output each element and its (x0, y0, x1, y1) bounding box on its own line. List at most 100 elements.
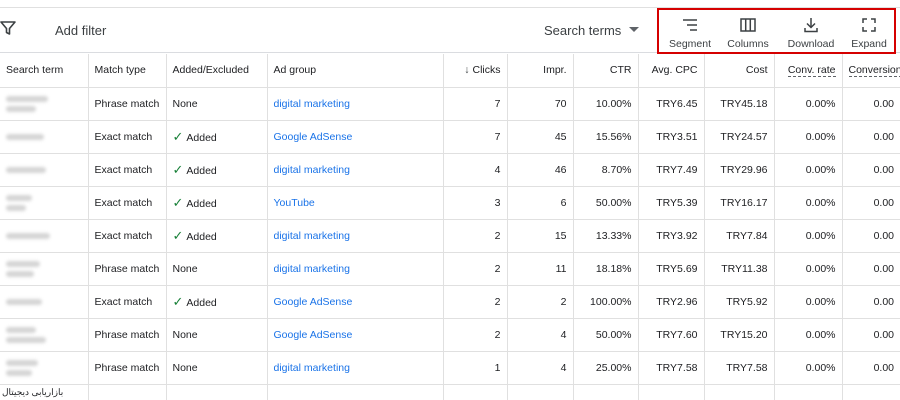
search-term-cell (0, 153, 89, 187)
table-row[interactable]: Exact match ✓ Added YouTube 3 6 50.00% TRY5.39 T… (0, 186, 900, 220)
columns-icon (740, 18, 756, 32)
table-row[interactable]: Phrase match None Google AdSense 2 4 50.00% TR… (0, 318, 900, 352)
ad-group-link[interactable]: Google AdSense (274, 131, 353, 143)
conv-rate-cell: 0.00% (774, 120, 843, 154)
sort-arrow-down-icon: ↓ (464, 64, 470, 77)
table-row[interactable]: Phrase match None digital marketing 1 4 25.00… (0, 351, 900, 385)
conv-rate-cell: 0.00% (774, 252, 843, 286)
header-ad-group[interactable]: Ad group (267, 54, 444, 88)
clicks-cell: 1 (443, 351, 508, 385)
clicks-cell: 2 (443, 285, 508, 319)
clicks-cell: 7 (443, 120, 508, 154)
match-type-cell: Exact match (88, 285, 167, 319)
table-row[interactable]: Phrase match None digital marketing 2 11 18.1… (0, 252, 900, 286)
header-cost[interactable]: Cost (704, 54, 775, 88)
ad-group-cell: digital marketing (267, 252, 444, 286)
impr-cell: 45 (507, 120, 574, 154)
header-clicks[interactable]: ↓ Clicks (443, 54, 508, 88)
avg-cpc-cell: TRY5.69 (638, 252, 705, 286)
header-impr[interactable]: Impr. (507, 54, 574, 88)
add-filter-button[interactable]: Add filter (55, 23, 106, 38)
expand-button[interactable]: Expand (845, 10, 893, 52)
cost-cell: TRY15.20 (704, 318, 775, 352)
conversions-cell: 0.00 (842, 120, 900, 154)
table-row[interactable]: Exact match ✓ Added digital marketing 2 15 13.… (0, 219, 900, 253)
table-row[interactable]: Exact match ✓ Added Google AdSense 7 45 15.56%… (0, 120, 900, 154)
top-divider (0, 0, 900, 8)
header-conversions[interactable]: Conversions (842, 54, 900, 88)
avg-cpc-cell: TRY3.51 (638, 120, 705, 154)
ad-group-cell: Google AdSense (267, 120, 444, 154)
segment-button[interactable]: Segment (665, 10, 715, 52)
download-button[interactable]: Download (783, 10, 839, 52)
ad-group-cell: digital marketing (267, 351, 444, 385)
clicks-cell: 3 (443, 186, 508, 220)
conversions-cell: 0.00 (842, 318, 900, 352)
header-search-term[interactable]: Search term (0, 54, 89, 88)
impr-cell: 15 (507, 219, 574, 253)
ad-group-link[interactable]: digital marketing (274, 263, 350, 275)
ad-group-link[interactable]: Google AdSense (274, 329, 353, 341)
impr-cell: 6 (507, 186, 574, 220)
ctr-cell: 10.00% (573, 87, 639, 121)
conv-rate-cell: 0.00% (774, 351, 843, 385)
ctr-cell: 50.00% (573, 318, 639, 352)
header-added-excluded[interactable]: Added/Excluded (166, 54, 268, 88)
columns-label: Columns (727, 38, 769, 50)
ctr-cell: 25.00% (573, 351, 639, 385)
conv-rate-cell: 0.00% (774, 285, 843, 319)
added-excluded-cell: ✓ Added (166, 186, 268, 220)
header-ctr[interactable]: CTR (573, 54, 639, 88)
filter-icon[interactable] (0, 20, 16, 36)
added-excluded-cell: None (166, 87, 268, 121)
added-excluded-cell: None (166, 318, 268, 352)
table-row[interactable]: بازاریابی دیجیتال (0, 384, 900, 400)
search-term-cell (0, 318, 89, 352)
check-icon: ✓ (172, 128, 184, 144)
ctr-cell: 18.18% (573, 252, 639, 286)
toolbar-actions-highlight: Segment Columns Download Expand (657, 8, 896, 54)
impr-cell: 2 (507, 285, 574, 319)
clicks-cell: 2 (443, 318, 508, 352)
segment-icon (683, 19, 697, 31)
ad-group-link[interactable]: digital marketing (274, 98, 350, 110)
search-term-cell (0, 252, 89, 286)
impr-cell: 4 (507, 351, 574, 385)
cost-cell: TRY24.57 (704, 120, 775, 154)
added-excluded-cell: None (166, 351, 268, 385)
ad-group-link[interactable]: digital marketing (274, 164, 350, 176)
cost-cell: TRY7.58 (704, 351, 775, 385)
avg-cpc-cell: TRY2.96 (638, 285, 705, 319)
header-avg-cpc[interactable]: Avg. CPC (638, 54, 705, 88)
clicks-cell: 2 (443, 252, 508, 286)
table-row[interactable]: Exact match ✓ Added digital marketing 4 46 8.7… (0, 153, 900, 187)
cost-cell: TRY11.38 (704, 252, 775, 286)
header-conv-rate[interactable]: Conv. rate (774, 54, 843, 88)
view-select-label: Search terms (544, 23, 622, 38)
ad-group-link[interactable]: YouTube (274, 197, 315, 209)
conversions-cell: 0.00 (842, 219, 900, 253)
search-term-cell (0, 87, 89, 121)
expand-icon (862, 18, 876, 32)
search-term-cell (0, 120, 89, 154)
search-term-cell (0, 285, 89, 319)
download-icon (804, 18, 818, 33)
clicks-cell: 2 (443, 219, 508, 253)
header-match-type[interactable]: Match type (88, 54, 167, 88)
ad-group-cell: digital marketing (267, 219, 444, 253)
view-select-dropdown[interactable]: Search terms (544, 23, 640, 38)
cost-cell: TRY45.18 (704, 87, 775, 121)
ad-group-link[interactable]: digital marketing (274, 230, 350, 242)
ad-group-link[interactable]: digital marketing (274, 362, 350, 374)
columns-button[interactable]: Columns (723, 10, 773, 52)
conversions-cell: 0.00 (842, 87, 900, 121)
ad-group-cell: Google AdSense (267, 318, 444, 352)
added-excluded-cell: ✓ Added (166, 120, 268, 154)
ad-group-link[interactable]: Google AdSense (274, 296, 353, 308)
table-row[interactable]: Exact match ✓ Added Google AdSense 2 2 100.00%… (0, 285, 900, 319)
match-type-cell: Phrase match (88, 351, 167, 385)
cost-cell: TRY5.92 (704, 285, 775, 319)
table-row[interactable]: Phrase match None digital marketing 7 70 10.0… (0, 87, 900, 121)
check-icon: ✓ (172, 161, 184, 177)
search-term-cell: بازاریابی دیجیتال (0, 384, 89, 400)
